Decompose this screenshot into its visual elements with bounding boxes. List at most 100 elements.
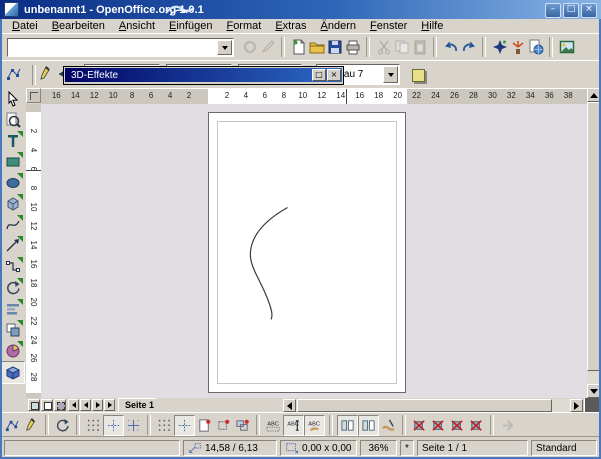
snap-helplines-icon[interactable] <box>174 415 195 436</box>
effects-icon[interactable] <box>509 37 526 57</box>
horizontal-ruler[interactable]: 1614121086422468101214161820222426283032… <box>41 88 587 104</box>
horizontal-scrollbar[interactable] <box>283 399 583 412</box>
scroll-left-button[interactable] <box>283 399 296 412</box>
curve-tool[interactable] <box>2 214 24 235</box>
menu-item[interactable]: Hilfe <box>414 19 450 33</box>
status-page-cell[interactable]: Seite 1 / 1 <box>417 440 528 456</box>
paste-icon[interactable] <box>411 37 428 57</box>
frame-handles-icon[interactable] <box>337 415 358 436</box>
copy-icon[interactable] <box>393 37 410 57</box>
zoom-tool[interactable] <box>2 109 24 130</box>
menu-item[interactable]: Bearbeiten <box>45 19 112 33</box>
snap-option-4-icon[interactable] <box>467 416 486 435</box>
line-dialog-icon[interactable] <box>36 64 56 84</box>
shadow-icon[interactable] <box>408 65 428 85</box>
drawn-curve[interactable] <box>250 208 287 320</box>
exit-all-groups-icon[interactable] <box>498 416 517 435</box>
cut-icon[interactable] <box>375 37 392 57</box>
effects-rotate-tool[interactable] <box>2 277 24 298</box>
glue-points-icon[interactable] <box>22 416 41 435</box>
horizontal-scroll-thumb[interactable] <box>297 399 552 412</box>
snap-object-frame-icon[interactable] <box>214 416 233 435</box>
menu-item[interactable]: Ansicht <box>112 19 162 33</box>
view-mode-3-button[interactable] <box>54 399 66 411</box>
ruler-origin-button[interactable] <box>26 88 41 103</box>
edit-points-icon[interactable] <box>4 64 24 84</box>
insert-tool[interactable] <box>2 340 24 361</box>
scroll-right-button[interactable] <box>570 399 583 412</box>
select-tool[interactable] <box>2 88 24 109</box>
use-snap-grid-icon[interactable] <box>155 416 174 435</box>
menu-item[interactable]: Fenster <box>363 19 414 33</box>
last-page-button[interactable] <box>104 399 115 411</box>
show-helplines-icon[interactable] <box>103 415 124 436</box>
text-tool[interactable] <box>2 130 24 151</box>
snap-to-grid-icon[interactable] <box>124 416 143 435</box>
menu-item[interactable]: Format <box>219 19 268 33</box>
alignment-tool[interactable] <box>2 298 24 319</box>
3d-controller-tool[interactable] <box>1 361 25 384</box>
simple-handles-icon[interactable] <box>358 415 379 436</box>
dialog-maximize-button[interactable]: □ <box>312 69 326 81</box>
view-mode-1-button[interactable] <box>28 399 40 411</box>
modify-with-attributes-icon[interactable] <box>379 416 398 435</box>
connector-tool[interactable] <box>2 256 24 277</box>
redo-icon[interactable] <box>460 37 477 57</box>
edit-file-icon[interactable] <box>259 37 276 57</box>
dialog-3d-effects[interactable]: 3D-Effekte □ × <box>63 66 344 85</box>
ellipse-tool[interactable] <box>2 172 24 193</box>
navigator-icon[interactable] <box>491 37 508 57</box>
view-mode-2-button[interactable] <box>41 399 53 411</box>
status-template-cell[interactable]: Standard <box>531 440 597 456</box>
snap-option-3-icon[interactable] <box>448 416 467 435</box>
title-bar[interactable]: unbenannt1 - OpenOffice.org 1.0.1 – □ × <box>0 0 601 19</box>
edit-points-mode-icon[interactable] <box>3 416 22 435</box>
arrange-tool[interactable] <box>2 319 24 340</box>
snap-margins-icon[interactable] <box>195 416 214 435</box>
page-tab[interactable]: Seite 1 <box>118 398 166 412</box>
menu-item[interactable]: Datei <box>5 19 45 33</box>
dialog-close-button[interactable]: × <box>327 69 341 81</box>
first-page-button[interactable] <box>68 399 79 411</box>
menu-item[interactable]: Ändern <box>314 19 363 33</box>
vertical-ruler[interactable]: 246810121416182022242628 <box>26 104 41 398</box>
snap-object-points-icon[interactable] <box>233 416 252 435</box>
url-combobox[interactable] <box>7 38 234 57</box>
save-icon[interactable] <box>326 37 343 57</box>
dialog-title-bar[interactable]: 3D-Effekte <box>65 68 342 82</box>
gallery-icon[interactable] <box>558 37 575 57</box>
hyperlink-icon[interactable] <box>527 37 544 57</box>
fill-color-dropdown[interactable] <box>383 66 398 83</box>
lines-arrows-tool[interactable] <box>2 235 24 256</box>
previous-page-button[interactable] <box>80 399 91 411</box>
minimize-button[interactable]: – <box>545 3 561 18</box>
stop-icon[interactable] <box>241 37 258 57</box>
quick-edit-icon[interactable] <box>264 416 283 435</box>
double-click-text-icon[interactable] <box>304 415 325 436</box>
snap-option-1-icon[interactable] <box>410 416 429 435</box>
menu-item[interactable]: Extras <box>268 19 313 33</box>
maximize-button[interactable]: □ <box>563 3 579 18</box>
drawing-canvas[interactable] <box>41 104 587 398</box>
next-page-button[interactable] <box>92 399 103 411</box>
select-text-area-icon[interactable] <box>283 415 304 436</box>
status-position-cell[interactable]: 14,58 / 6,13 <box>183 440 277 456</box>
status-zoom-cell[interactable]: 36% <box>360 440 397 456</box>
undo-icon[interactable] <box>442 37 459 57</box>
rotation-mode-icon[interactable] <box>53 416 72 435</box>
menu-item[interactable]: Einfügen <box>162 19 219 33</box>
open-icon[interactable] <box>308 37 325 57</box>
window-frame-left[interactable] <box>0 19 2 459</box>
rectangle-tool[interactable] <box>2 151 24 172</box>
status-size-cell[interactable]: 0,00 x 0,00 <box>280 440 357 456</box>
new-document-icon[interactable] <box>290 37 307 57</box>
url-input[interactable] <box>10 40 214 57</box>
print-icon[interactable] <box>344 37 361 57</box>
app-icon[interactable] <box>4 2 19 17</box>
3d-objects-tool[interactable] <box>2 193 24 214</box>
close-button[interactable]: × <box>581 3 597 18</box>
show-grid-icon[interactable] <box>84 416 103 435</box>
snap-option-2-icon[interactable] <box>429 416 448 435</box>
url-dropdown-button[interactable] <box>217 40 232 55</box>
ruler-number: 2 <box>28 126 38 136</box>
